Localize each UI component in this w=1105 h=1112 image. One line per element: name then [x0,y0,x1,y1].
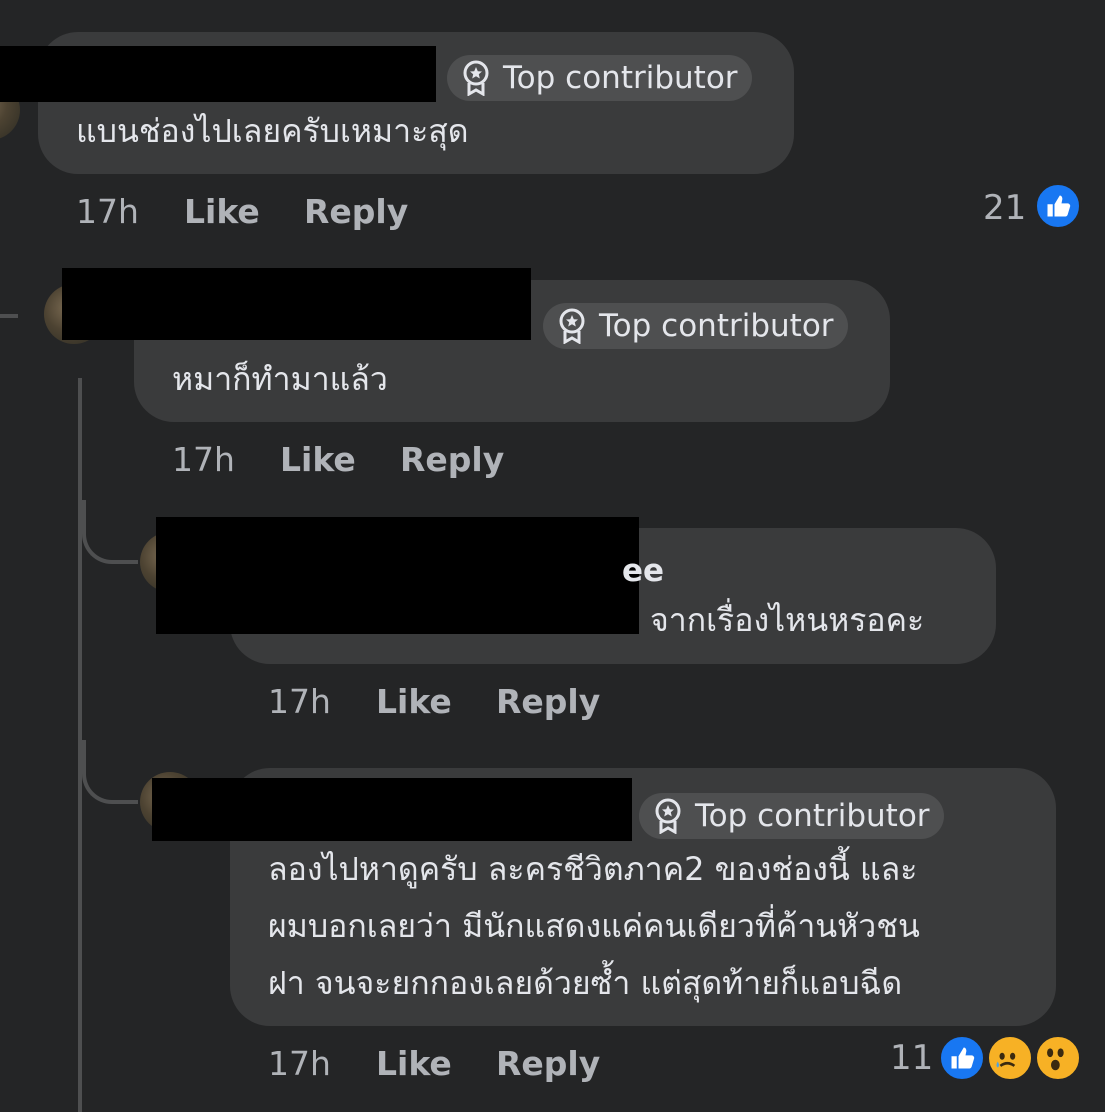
reply-button[interactable]: Reply [400,440,504,479]
redacted-author-name [62,268,531,340]
top-contributor-badge: Top contributor [543,303,848,349]
comment-text: จากเรื่องไหนหรอคะ [650,601,925,639]
redacted-author-name [156,517,639,634]
comment-text-line: ลองไปหาดูครับ ละครชีวิตภาค2 ของช่องนี้ แ… [268,850,918,888]
award-badge-icon [653,798,683,835]
thread-line-top [0,314,18,318]
like-button[interactable]: Like [376,1044,452,1083]
wow-icon[interactable] [1034,1034,1082,1082]
top-contributor-badge: Top contributor [639,793,944,839]
like-button[interactable]: Like [184,192,260,231]
sad-icon[interactable] [986,1034,1034,1082]
like-button[interactable]: Like [280,440,356,479]
reply-button[interactable]: Reply [496,682,600,721]
comments-panel: Top contributor แบนช่องไปเลยครับเหมาะสุด… [0,0,1105,1112]
comment-text: หมาก็ทำมาแล้ว [172,360,388,398]
award-badge-icon [461,60,491,97]
top-contributor-badge: Top contributor [447,55,752,101]
thread-connector-reply-1 [82,500,138,564]
like-button[interactable]: Like [376,682,452,721]
like-icon[interactable] [1034,182,1082,230]
redacted-author-name [152,778,632,841]
thread-connector-reply-2 [82,740,138,804]
author-name-fragment[interactable]: ee [622,556,664,587]
reaction-count[interactable]: 11 [890,1038,933,1078]
like-icon[interactable] [938,1034,986,1082]
award-badge-icon [557,308,587,345]
badge-label: Top contributor [503,60,738,96]
comment-timestamp[interactable]: 17h [268,1044,331,1083]
comment-text-line: ผมบอกเลยว่า มีนักแสดงแค่คนเดียวที่ค้านหั… [268,907,920,945]
badge-label: Top contributor [599,308,834,344]
badge-label: Top contributor [695,798,930,834]
comment-timestamp[interactable]: 17h [268,682,331,721]
redacted-author-name [0,46,436,102]
comment-text: แบนช่องไปเลยครับเหมาะสุด [76,112,469,150]
comment-timestamp[interactable]: 17h [172,440,235,479]
reaction-count[interactable]: 21 [983,188,1026,228]
reply-button[interactable]: Reply [496,1044,600,1083]
comment-text-line: ฝา จนจะยกกองเลยด้วยซ้ำ แต่สุดท้ายก็แอบฉี… [268,964,903,1002]
comment-timestamp[interactable]: 17h [76,192,139,231]
reply-button[interactable]: Reply [304,192,408,231]
